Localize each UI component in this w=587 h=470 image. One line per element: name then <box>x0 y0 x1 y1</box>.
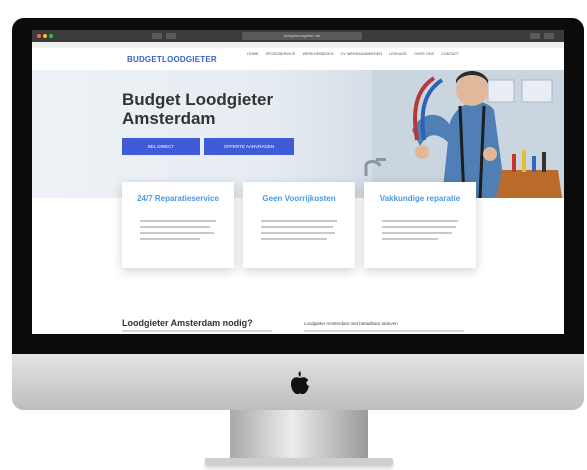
quote-button[interactable]: OFFERTE AANVRAGEN <box>204 138 294 155</box>
address-bar[interactable]: budgetloodgieter.net <box>242 32 362 40</box>
call-button[interactable]: BEL DIRECT <box>122 138 200 155</box>
card-text-line <box>140 226 210 228</box>
nav-item-spoedservice[interactable]: SPOEDSERVICE <box>265 52 295 56</box>
hero-title: Budget Loodgieter Amsterdam <box>122 90 274 128</box>
card-text-line <box>261 220 337 222</box>
close-window-icon[interactable] <box>37 34 41 38</box>
share-button[interactable] <box>530 33 540 39</box>
minimize-window-icon[interactable] <box>43 34 47 38</box>
card-text-line <box>140 220 216 222</box>
feature-card-24-7: 24/7 Reparatieservice <box>122 182 234 268</box>
card-title: Vakkundige reparatie <box>379 194 461 203</box>
nav-item-werkgebieden[interactable]: WERKGEBIEDEN <box>302 52 333 56</box>
monitor-stand <box>230 410 368 462</box>
section-text-line <box>122 330 272 332</box>
site-logo[interactable]: BUDGETLOODGIETER <box>127 55 217 64</box>
feature-card-vakkundige-reparatie: Vakkundige reparatie <box>364 182 476 268</box>
nav-item-cv[interactable]: CV WERKZAAMHEDEN <box>341 52 383 56</box>
browser-toolbar: budgetloodgieter.net <box>32 30 564 42</box>
screen: budgetloodgieter.net BUDGETLOODGIETER HO… <box>32 30 564 334</box>
card-text-line <box>140 232 214 234</box>
card-text-line <box>382 220 458 222</box>
card-text-line <box>140 238 200 240</box>
monitor-stand-base <box>205 458 393 466</box>
section-title: Loodgieter Amsterdam nodig? <box>122 318 253 328</box>
maximize-window-icon[interactable] <box>49 34 53 38</box>
card-text-line <box>261 226 333 228</box>
plumber-image <box>372 70 564 198</box>
apple-logo-icon <box>291 371 311 395</box>
forward-button[interactable] <box>166 33 176 39</box>
card-title: Geen Voorrijkosten <box>262 194 336 203</box>
section-text-line <box>304 330 464 332</box>
faucet-image <box>364 158 386 176</box>
tabs-button[interactable] <box>544 33 554 39</box>
nav-item-home[interactable]: HOME <box>247 52 258 56</box>
nav-item-contact[interactable]: CONTACT <box>441 52 459 56</box>
card-text-line <box>382 226 456 228</box>
card-text-line <box>382 232 452 234</box>
card-text-line <box>261 238 327 240</box>
card-text-line <box>261 232 335 234</box>
feature-card-geen-voorrijkosten: Geen Voorrijkosten <box>243 182 355 268</box>
logo-text: BUDGETLOODGIETER <box>127 55 217 64</box>
main-nav: HOME SPOEDSERVICE WERKGEBIEDEN CV WERKZA… <box>247 52 465 56</box>
nav-item-lekkage[interactable]: LEKKAGE <box>389 52 407 56</box>
card-title: 24/7 Reparatieservice <box>137 194 219 203</box>
nav-item-over-ons[interactable]: OVER ONS <box>414 52 434 56</box>
card-text-line <box>382 238 438 240</box>
back-button[interactable] <box>152 33 162 39</box>
section-subtitle: Loodgieter Amsterdam met betaalbare tari… <box>304 321 398 326</box>
